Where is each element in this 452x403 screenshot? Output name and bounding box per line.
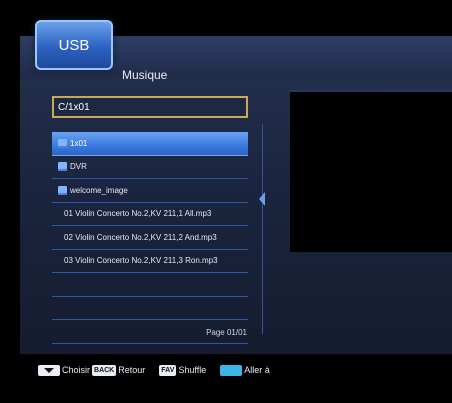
folder-name: 1x01 [70,138,88,148]
file-name: 02 Violin Concerto No.2,KV 211,2 And.mp3 [64,232,217,242]
scroll-left-arrow-icon[interactable] [256,190,268,208]
file-name: 03 Violin Concerto No.2,KV 211,3 Ron.mp3 [64,256,218,266]
help-goto-label: Aller à [244,365,270,375]
list-item-empty [52,297,248,320]
fav-key-icon: FAV [159,364,177,376]
preview-window [290,90,452,252]
page-title: Musique [122,68,168,82]
page-indicator: Page 01/01 [206,328,247,337]
help-choose[interactable]: Choisir [38,364,91,376]
list-item[interactable]: 02 Violin Concerto No.2,KV 211,2 And.mp3 [52,226,248,250]
scrollbar[interactable] [262,124,267,334]
file-name: 01 Violin Concerto No.2,KV 211,1 All.mp3 [64,209,212,219]
back-key-icon: BACK [92,364,117,376]
folder-name: DVR [70,162,87,172]
help-choose-label: Choisir [62,365,91,375]
usb-tab[interactable]: USB [35,20,113,70]
list-item[interactable]: 03 Violin Concerto No.2,KV 211,3 Ron.mp3 [52,250,248,273]
blue-key-icon [220,364,243,376]
help-bar: Choisir BACK Retour FAV Shuffle Aller à [38,362,284,378]
folder-icon [58,185,67,195]
help-shuffle[interactable]: FAV Shuffle [159,364,207,376]
help-back[interactable]: BACK Retour [92,364,146,376]
folder-icon [58,162,67,172]
folder-icon [58,138,67,148]
help-shuffle-label: Shuffle [178,365,207,375]
usb-tab-label: USB [58,36,90,54]
file-list: 1x01 DVR welcome_image 01 Violin Concerto N… [52,132,248,344]
help-back-label: Retour [118,365,146,375]
path-field: C/1x01 [52,96,248,118]
list-item-empty [52,273,248,297]
list-item[interactable]: 01 Violin Concerto No.2,KV 211,1 All.mp3 [52,203,248,226]
list-item[interactable]: welcome_image [52,179,248,203]
list-item[interactable]: 1x01 [52,132,248,156]
file-list-panel: C/1x01 1x01 DVR welcome_image 01 Violin Con… [52,92,257,344]
help-goto[interactable]: Aller à [220,364,270,376]
nav-key-icon [38,364,60,376]
list-item[interactable]: DVR [52,156,248,179]
folder-name: welcome_image [70,185,128,195]
